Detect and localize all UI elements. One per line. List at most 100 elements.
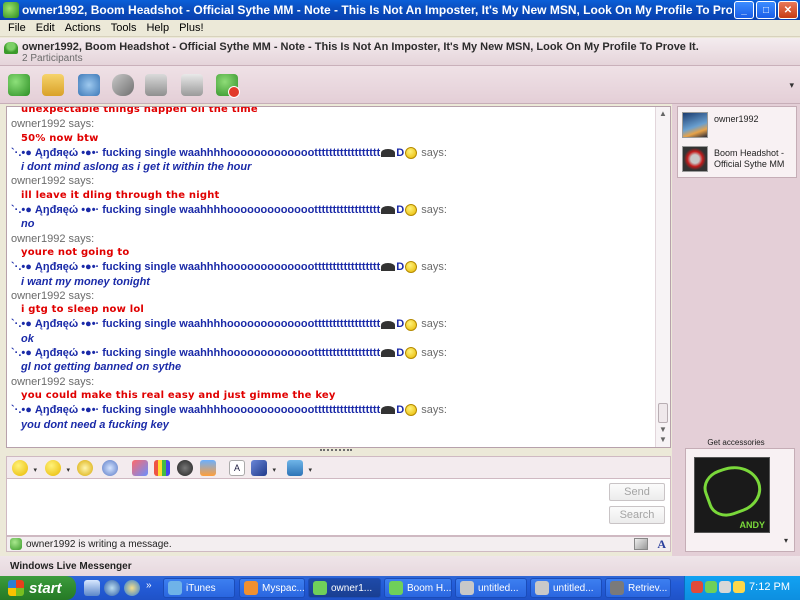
emoticon-icon[interactable]: ▾ bbox=[12, 460, 37, 476]
menu-help[interactable]: Help bbox=[141, 22, 174, 34]
typing-status: owner1992 is writing a message. bbox=[26, 538, 172, 550]
bat-emoticon-icon bbox=[381, 406, 396, 415]
formatting-toolbar: ▾ ▾ A ▾ ▾ bbox=[6, 456, 671, 478]
conversation-header: owner1992, Boom Headshot - Official Syth… bbox=[0, 38, 800, 66]
game-icon[interactable] bbox=[200, 460, 216, 476]
sender-name: `·.•● Ąŋđяęώ •●•· fucking single waahhhh… bbox=[11, 404, 381, 417]
games-icon[interactable] bbox=[181, 74, 203, 96]
taskbar-button[interactable]: Myspac... bbox=[239, 578, 305, 598]
start-button[interactable]: start bbox=[0, 576, 76, 600]
tray-icon[interactable] bbox=[705, 581, 717, 593]
title-bar: owner1992, Boom Headshot - Official Syth… bbox=[0, 0, 800, 20]
lizard-icon bbox=[698, 458, 768, 523]
display-picture-box[interactable]: ANDY ▾ bbox=[685, 448, 795, 552]
toolbar-more-button[interactable]: ▾ bbox=[789, 80, 794, 91]
taskbar-button-label: owner1... bbox=[331, 582, 373, 594]
show-desktop-icon[interactable] bbox=[84, 580, 100, 596]
scroll-down-icon[interactable]: ▼ bbox=[658, 425, 668, 435]
browser-icon[interactable] bbox=[124, 580, 140, 596]
splitter-handle[interactable] bbox=[320, 449, 352, 453]
sender-label: `·.•● Ąŋđяęώ •●•· fucking single waahhhh… bbox=[7, 203, 657, 217]
close-button[interactable]: ✕ bbox=[778, 1, 798, 19]
scroll-down-icon[interactable]: ▼ bbox=[658, 435, 668, 445]
scroll-up-icon[interactable]: ▲ bbox=[658, 109, 668, 119]
message-text: ill leave it dling through the night bbox=[21, 189, 220, 201]
font-icon[interactable]: A bbox=[229, 460, 245, 476]
clock: 7:12 PM bbox=[749, 581, 790, 593]
taskbar-button[interactable]: owner1... bbox=[308, 578, 381, 598]
invite-icon[interactable] bbox=[8, 74, 30, 96]
right-pane: owner1992 Boom Headshot - Official Sythe… bbox=[672, 104, 800, 556]
menu-plus[interactable]: Plus! bbox=[174, 22, 208, 34]
pen-color-icon[interactable]: ▾ bbox=[251, 460, 276, 476]
message-text: you could make this real easy and just g… bbox=[21, 389, 336, 401]
winks-icon[interactable] bbox=[177, 460, 193, 476]
message-text: i want my money tonight bbox=[21, 275, 150, 288]
display-picture-menu-icon[interactable]: ▾ bbox=[784, 536, 788, 545]
tray-icon[interactable] bbox=[733, 581, 745, 593]
participant-item[interactable]: Boom Headshot - Official Sythe MM bbox=[682, 145, 798, 175]
video-call-icon[interactable] bbox=[78, 74, 100, 96]
menu-bar: File Edit Actions Tools Help Plus! bbox=[0, 20, 800, 37]
sender-name-suffix: D bbox=[396, 146, 405, 159]
menu-edit[interactable]: Edit bbox=[31, 22, 60, 34]
taskbar-button[interactable]: Boom H... bbox=[384, 578, 452, 598]
sender-label: `·.•● Ąŋđяęώ •●•· fucking single waahhhh… bbox=[7, 403, 657, 417]
message-input[interactable] bbox=[6, 478, 671, 536]
sender-label: `·.•● Ąŋđяęώ •●•· fucking single waahhhh… bbox=[7, 146, 657, 160]
smile-emoticon-icon bbox=[405, 146, 418, 159]
get-accessories-link[interactable]: Get accessories bbox=[672, 438, 800, 447]
search-button[interactable]: Search bbox=[609, 506, 665, 524]
call-icon[interactable] bbox=[112, 74, 134, 96]
menu-file[interactable]: File bbox=[3, 22, 31, 34]
taskbar-button[interactable]: untitled... bbox=[530, 578, 602, 598]
menu-actions[interactable]: Actions bbox=[60, 22, 106, 34]
ink-icon[interactable] bbox=[132, 460, 148, 476]
chat-history[interactable]: unexpectable things happen oll the time o… bbox=[6, 106, 671, 448]
smile-emoticon-icon bbox=[405, 261, 418, 274]
taskbar-button[interactable]: Retriev... bbox=[605, 578, 671, 598]
tray-icon[interactable] bbox=[719, 581, 731, 593]
history-scrollbar[interactable]: ▲ ▼ ▼ bbox=[655, 107, 670, 447]
participant-names: owner1992, Boom Headshot - Official Syth… bbox=[22, 41, 699, 53]
message-text: gl not getting banned on sythe bbox=[21, 361, 182, 374]
send-button[interactable]: Send bbox=[609, 483, 665, 501]
message-text: ok bbox=[21, 332, 34, 345]
scroll-thumb[interactable] bbox=[658, 403, 668, 423]
avatar[interactable] bbox=[682, 146, 708, 172]
conversation-toolbar: ▾ bbox=[0, 66, 800, 104]
says-label: says: bbox=[418, 404, 447, 417]
block-icon[interactable] bbox=[216, 74, 240, 98]
taskbar-button-label: Myspac... bbox=[262, 582, 305, 594]
smile-emoticon-icon bbox=[405, 404, 418, 417]
minimize-button[interactable]: _ bbox=[734, 1, 754, 19]
share-files-icon[interactable] bbox=[42, 74, 64, 96]
sender-name: `·.•● Ąŋđяęώ •●•· fucking single waahhhh… bbox=[11, 204, 381, 217]
sender-name: `·.•● Ąŋđяęώ •●•· fucking single waahhhh… bbox=[11, 261, 381, 274]
voice-clip-icon[interactable] bbox=[77, 460, 93, 476]
handwriting-mode-icon[interactable] bbox=[634, 538, 648, 550]
nudge-icon[interactable] bbox=[102, 460, 118, 476]
says-label: says: bbox=[418, 318, 447, 331]
taskbar-button[interactable]: iTunes bbox=[163, 578, 235, 598]
wink-icon[interactable]: ▾ bbox=[45, 460, 70, 476]
participant-name: Boom Headshot - Official Sythe MM bbox=[714, 148, 785, 169]
taskbar-button[interactable]: untitled... bbox=[455, 578, 527, 598]
activities-icon[interactable] bbox=[145, 74, 167, 96]
tray-icon[interactable] bbox=[691, 581, 703, 593]
media-player-icon[interactable] bbox=[104, 580, 120, 596]
avatar[interactable] bbox=[682, 112, 708, 138]
sender-label: `·.•● Ąŋđяęώ •●•· fucking single waahhhh… bbox=[7, 260, 657, 274]
display-picture[interactable]: ANDY bbox=[694, 457, 770, 533]
sender-name-suffix: D bbox=[396, 261, 405, 274]
maximize-button[interactable]: □ bbox=[756, 1, 776, 19]
brand-bar: Windows Live Messenger bbox=[0, 556, 800, 576]
background-icon[interactable] bbox=[154, 460, 170, 476]
app-icon bbox=[535, 581, 549, 595]
sender-label: `·.•● Ąŋđяęώ •●•· fucking single waahhhh… bbox=[7, 317, 657, 331]
handwriting-icon[interactable]: ▾ bbox=[287, 460, 312, 476]
type-mode-icon[interactable]: A bbox=[657, 537, 666, 552]
quicklaunch-more-icon[interactable]: » bbox=[146, 580, 152, 591]
menu-tools[interactable]: Tools bbox=[106, 22, 142, 34]
participant-item[interactable]: owner1992 bbox=[682, 111, 798, 141]
